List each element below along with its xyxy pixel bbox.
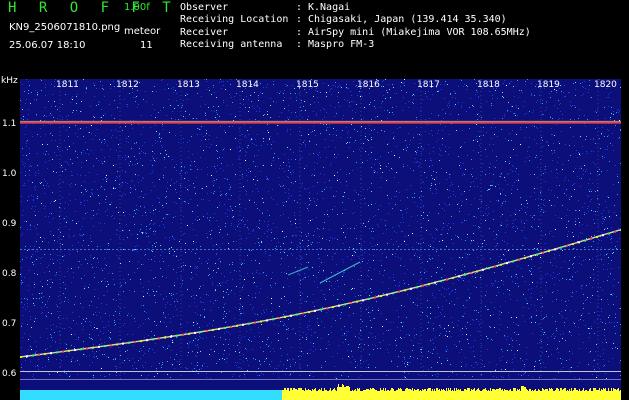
receiver-label: Receiver (180, 27, 229, 38)
time-tick-label: 1817 (417, 80, 440, 90)
frequency-tick-label: 0.7 (2, 319, 17, 329)
location-value: Chigasaki, Japan (139.414 35.340) (308, 14, 507, 25)
count-label: 11 (140, 40, 153, 51)
location-colon: : (296, 14, 303, 25)
antenna-label: Receiving antenna (180, 39, 283, 50)
antenna-colon: : (296, 39, 303, 50)
location-label: Receiving Location (180, 14, 289, 25)
app-title: H R O F F T (8, 0, 178, 16)
time-tick-label: 1816 (357, 80, 380, 90)
observer-value: K.Nagai (308, 2, 351, 13)
observer-label: Observer (180, 2, 229, 13)
frequency-tick-label: 0.9 (2, 219, 17, 229)
frequency-unit-label: kHz (1, 76, 18, 86)
time-tick-label: 1814 (236, 80, 259, 90)
receiver-value: AirSpy mini (Miakejima VOR 108.65MHz) (308, 27, 531, 38)
datetime-label: 25.06.07 18:10 (9, 40, 86, 51)
frequency-tick-label: 0.6 (2, 369, 17, 379)
version-label: 1.00f (124, 2, 150, 13)
mode-label: meteor (124, 26, 161, 37)
time-tick-label: 1813 (177, 80, 200, 90)
spectrum-left-bar (20, 390, 282, 400)
time-tick-label: 1815 (296, 80, 319, 90)
spectrogram-panel (20, 79, 621, 400)
antenna-value: Maspro FM-3 (308, 39, 375, 50)
hrofft-window: H R O F F T 1.00f KN9_2506071810.png met… (0, 0, 629, 400)
time-tick-label: 1819 (537, 80, 560, 90)
time-tick-label: 1818 (477, 80, 500, 90)
frequency-tick-label: 1.1 (2, 119, 17, 129)
receiver-colon: : (296, 27, 303, 38)
filename-label: KN9_2506071810.png (9, 22, 121, 33)
spectrogram-canvas (20, 79, 621, 400)
observer-colon: : (296, 2, 303, 13)
frequency-tick-label: 1.0 (2, 169, 17, 179)
frequency-tick-label: 0.8 (2, 269, 17, 279)
time-tick-label: 1811 (56, 80, 79, 90)
time-tick-label: 1812 (116, 80, 139, 90)
time-tick-label: 1820 (594, 80, 617, 90)
